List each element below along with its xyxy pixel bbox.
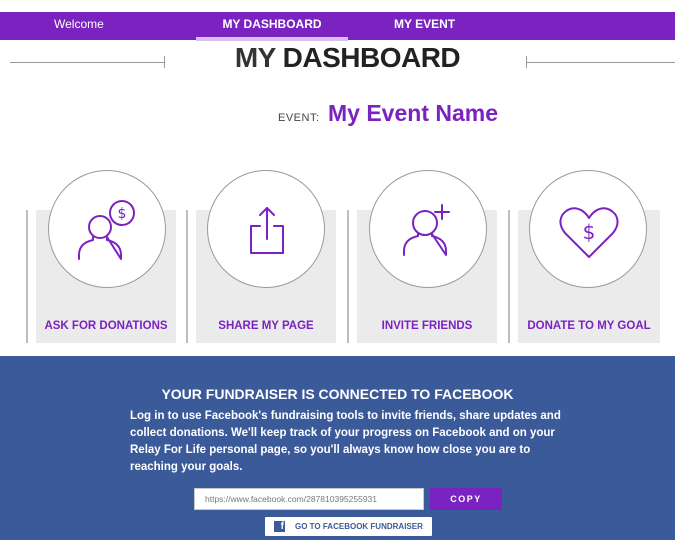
- top-nav: Welcome MY DASHBOARD MY EVENT: [0, 12, 675, 41]
- nav-my-event[interactable]: MY EVENT: [394, 12, 455, 40]
- facebook-url-field[interactable]: https://www.facebook.com/287810395255931: [194, 488, 424, 510]
- donate-to-my-goal-circle[interactable]: $: [529, 170, 647, 288]
- card-separator: [26, 210, 28, 343]
- nav-welcome[interactable]: Welcome: [54, 12, 104, 40]
- page-title: MY DASHBOARD: [0, 42, 675, 74]
- page-title-prefix: MY: [234, 42, 276, 73]
- add-person-icon: [403, 204, 450, 256]
- invite-friends-circle[interactable]: [369, 170, 487, 288]
- event-name[interactable]: My Event Name: [328, 100, 498, 127]
- page-title-strong: DASHBOARD: [282, 42, 461, 73]
- dashboard-page: Welcome MY DASHBOARD MY EVENT MY DASHBOA…: [0, 0, 675, 540]
- facebook-icon: f: [274, 521, 285, 532]
- facebook-panel-description: Log in to use Facebook's fundraising too…: [130, 410, 561, 473]
- svg-text:$: $: [583, 220, 596, 244]
- copy-button[interactable]: COPY: [430, 488, 502, 510]
- facebook-panel-title: YOUR FUNDRAISER IS CONNECTED TO FACEBOOK: [161, 386, 514, 402]
- invite-friends-label[interactable]: INVITE FRIENDS: [357, 320, 497, 332]
- nav-my-dashboard[interactable]: MY DASHBOARD: [196, 12, 348, 41]
- svg-text:$: $: [118, 206, 127, 222]
- go-to-facebook-fundraiser-label: GO TO FACEBOOK FUNDRAISER: [295, 522, 423, 531]
- person-dollar-icon: $: [78, 200, 135, 260]
- event-label: EVENT:: [278, 112, 320, 124]
- card-separator: [186, 210, 188, 343]
- ask-for-donations-label[interactable]: ASK FOR DONATIONS: [36, 320, 176, 332]
- card-separator: [347, 210, 349, 343]
- ask-for-donations-circle[interactable]: $: [48, 170, 166, 288]
- share-my-page-circle[interactable]: [207, 170, 325, 288]
- donate-to-my-goal-label[interactable]: DONATE TO MY GOAL: [518, 320, 660, 332]
- heart-dollar-icon: $: [559, 207, 619, 258]
- active-tab-indicator: [196, 37, 348, 41]
- card-separator: [508, 210, 510, 343]
- go-to-facebook-fundraiser-button[interactable]: f GO TO FACEBOOK FUNDRAISER: [265, 517, 432, 536]
- nav-my-dashboard-label: MY DASHBOARD: [222, 17, 322, 31]
- share-icon: [250, 207, 284, 254]
- share-my-page-label[interactable]: SHARE MY PAGE: [196, 320, 336, 332]
